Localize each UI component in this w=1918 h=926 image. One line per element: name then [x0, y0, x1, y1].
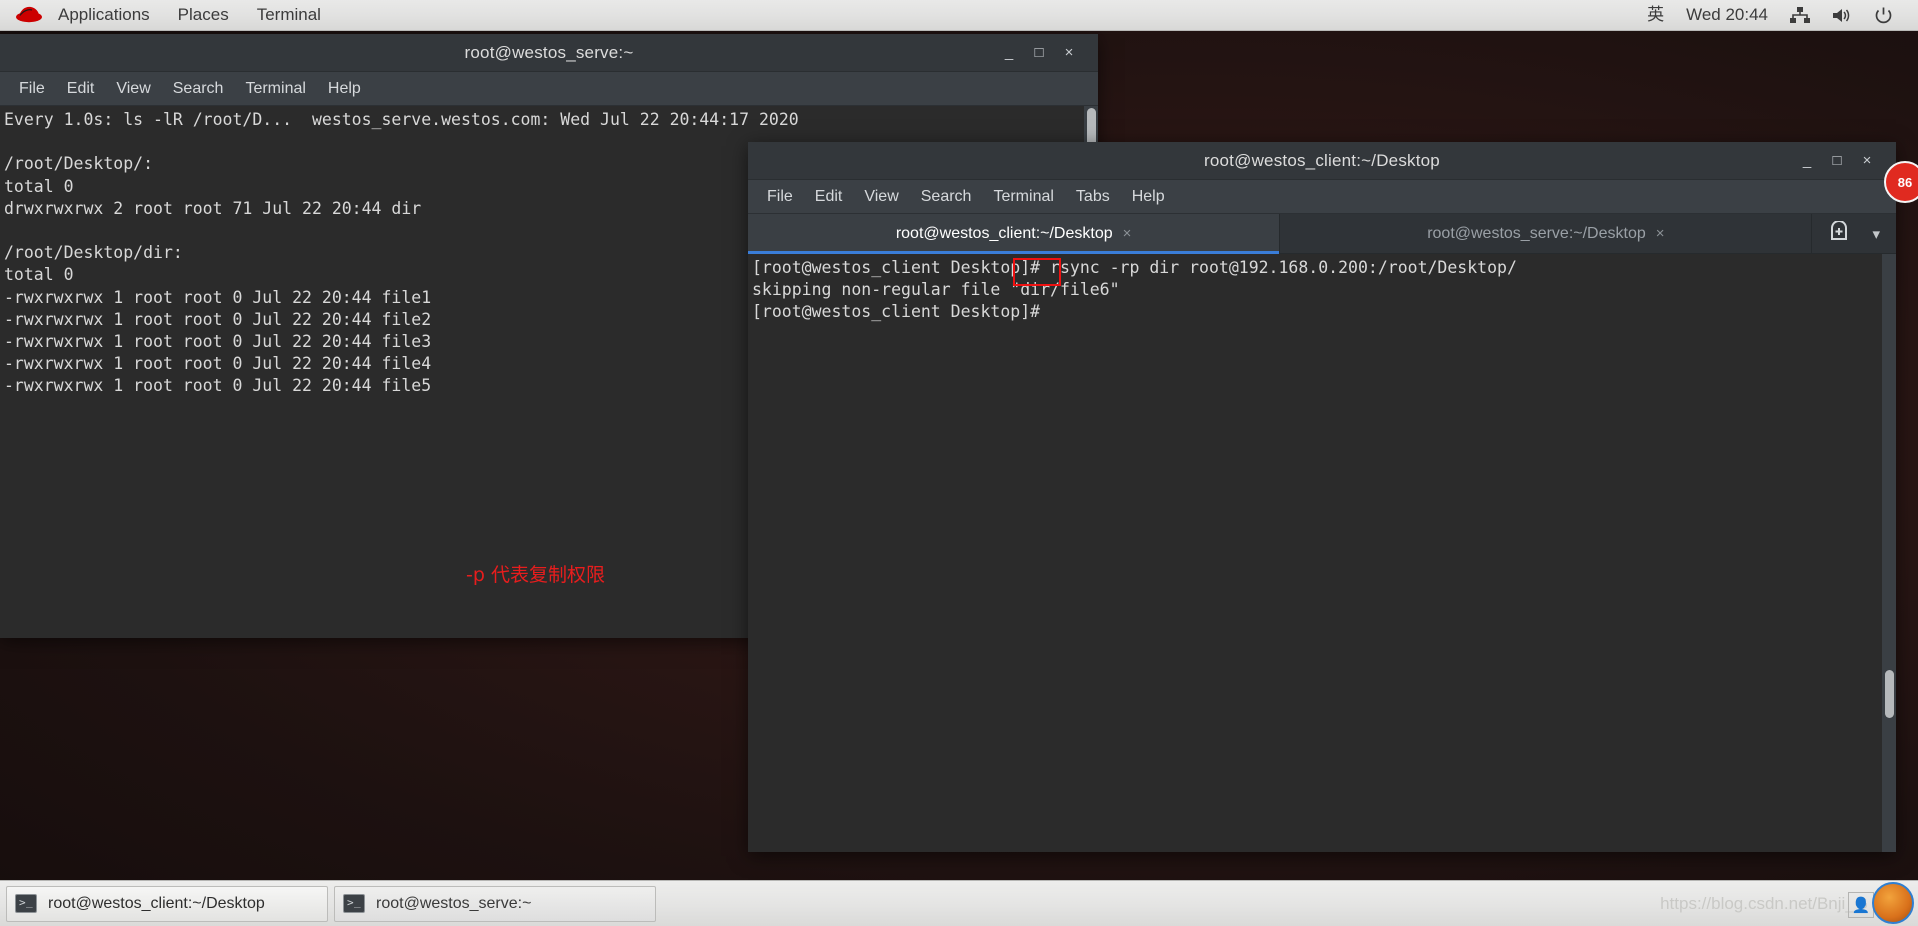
menu-search[interactable]: Search	[162, 73, 235, 105]
terminal-icon	[343, 894, 365, 913]
taskbar-item-serve[interactable]: root@westos_serve:~	[334, 885, 656, 922]
tab-close-icon[interactable]: ×	[1123, 225, 1132, 242]
top-panel: Applications Places Terminal 英 Wed 20:44	[0, 0, 1918, 31]
new-tab-icon[interactable]	[1828, 220, 1850, 246]
tab-label: root@westos_serve:~/Desktop	[1427, 224, 1646, 242]
tab-westos-serve[interactable]: root@westos_serve:~/Desktop ×	[1280, 214, 1813, 253]
input-method-indicator[interactable]: 英	[1636, 0, 1675, 30]
scrollbar-client[interactable]	[1882, 254, 1896, 852]
menu-edit[interactable]: Edit	[804, 181, 854, 213]
menu-terminal[interactable]: Terminal	[243, 0, 335, 30]
user-icon[interactable]: 👤	[1848, 892, 1874, 918]
window-title-serve: root@westos_serve:~	[464, 42, 634, 62]
chevron-down-icon[interactable]: ▾	[1872, 225, 1880, 243]
notification-badge[interactable]: 86	[1884, 161, 1918, 203]
network-icon[interactable]	[1779, 6, 1821, 24]
power-icon[interactable]	[1863, 6, 1904, 25]
menu-applications[interactable]: Applications	[44, 0, 164, 30]
clock[interactable]: Wed 20:44	[1675, 0, 1779, 30]
menu-edit[interactable]: Edit	[56, 73, 106, 105]
maximize-button[interactable]: □	[1822, 147, 1852, 175]
menu-help[interactable]: Help	[1121, 181, 1176, 213]
terminal-body-client[interactable]: [root@westos_client Desktop]# rsync -rp …	[748, 254, 1896, 852]
terminal-icon	[15, 894, 37, 913]
menu-search[interactable]: Search	[910, 181, 983, 213]
menu-help[interactable]: Help	[317, 73, 372, 105]
menu-file[interactable]: File	[756, 181, 804, 213]
redhat-logo-icon[interactable]	[14, 4, 44, 26]
menu-terminal[interactable]: Terminal	[234, 73, 316, 105]
taskbar-item-client[interactable]: root@westos_client:~/Desktop	[6, 885, 328, 922]
window-title-client: root@westos_client:~/Desktop	[1204, 150, 1440, 170]
close-button[interactable]: ×	[1852, 147, 1882, 175]
window-controls-serve: _ □ ×	[994, 39, 1098, 67]
taskbar-item-label: root@westos_serve:~	[376, 894, 532, 912]
minimize-button[interactable]: _	[994, 39, 1024, 67]
menu-file[interactable]: File	[8, 73, 56, 105]
tab-westos-client[interactable]: root@westos_client:~/Desktop ×	[748, 214, 1281, 254]
taskbar: root@westos_client:~/Desktop root@westos…	[0, 880, 1918, 926]
menu-terminal[interactable]: Terminal	[982, 181, 1064, 213]
panel-status-area: 英 Wed 20:44	[1636, 0, 1918, 30]
menubar-client: File Edit View Search Terminal Tabs Help	[748, 180, 1896, 214]
app-tray-logo-icon[interactable]	[1872, 882, 1914, 924]
titlebar-client[interactable]: root@westos_client:~/Desktop _ □ ×	[748, 142, 1896, 180]
tab-label: root@westos_client:~/Desktop	[895, 224, 1113, 242]
menu-view[interactable]: View	[853, 181, 909, 213]
maximize-button[interactable]: □	[1024, 39, 1054, 67]
menubar-serve: File Edit View Search Terminal Help	[0, 72, 1098, 106]
close-button[interactable]: ×	[1054, 39, 1084, 67]
volume-icon[interactable]	[1821, 7, 1863, 24]
scrollbar-thumb[interactable]	[1885, 670, 1894, 718]
menu-view[interactable]: View	[105, 73, 161, 105]
tab-tools: ▾	[1812, 214, 1896, 253]
watermark-text: https://blog.csdn.net/Bnji_G	[1660, 893, 1868, 913]
terminal-output-client: [root@westos_client Desktop]# rsync -rp …	[752, 258, 1517, 322]
titlebar-serve[interactable]: root@westos_serve:~ _ □ ×	[0, 34, 1098, 72]
minimize-button[interactable]: _	[1792, 147, 1822, 175]
menu-tabs[interactable]: Tabs	[1065, 181, 1121, 213]
tab-close-icon[interactable]: ×	[1656, 225, 1665, 242]
tabbar-client: root@westos_client:~/Desktop × root@west…	[748, 214, 1896, 254]
window-controls-client: _ □ ×	[1792, 147, 1896, 175]
terminal-window-client[interactable]: root@westos_client:~/Desktop _ □ × File …	[748, 142, 1896, 852]
taskbar-item-label: root@westos_client:~/Desktop	[48, 894, 265, 912]
menu-places[interactable]: Places	[164, 0, 243, 30]
annotation-text: -p 代表复制权限	[466, 564, 605, 586]
